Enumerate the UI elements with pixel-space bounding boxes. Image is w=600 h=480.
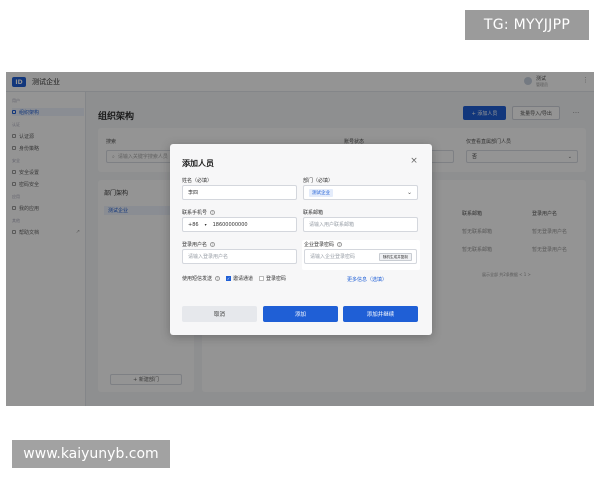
- username-label-text: 登录用户名: [182, 242, 208, 248]
- name-label: 姓名（必填）: [182, 178, 213, 184]
- help-icon[interactable]: ?: [210, 242, 216, 247]
- help-icon[interactable]: ?: [215, 276, 221, 281]
- close-icon[interactable]: ×: [409, 156, 419, 166]
- page-root: ID 测试企业 测试 管理员 ⋮ 用户 组织架构 认证 认证源 身份策略 安全: [0, 0, 600, 480]
- password-label: 企业登录密码 ?: [304, 241, 343, 248]
- checkbox-invite-label: 邀请通道: [233, 276, 254, 282]
- username-label: 登录用户名 ?: [182, 241, 216, 248]
- chevron-down-icon: ⌄: [406, 189, 412, 196]
- dept-label: 部门（必填）: [303, 178, 334, 184]
- dept-tag: 测试企业: [309, 188, 333, 197]
- password-placeholder: 请输入企业登录密码: [310, 254, 356, 260]
- url-watermark: www.kaiyunyb.com: [12, 440, 170, 468]
- username-input[interactable]: 请输入登录用户名: [182, 249, 297, 264]
- phone-input[interactable]: +86 ▾ 18600000000: [182, 217, 297, 232]
- more-info-link[interactable]: 更多信息（选填）: [347, 276, 387, 283]
- phone-label: 联系手机号 ?: [182, 209, 216, 216]
- checkbox-invite[interactable]: ✓: [226, 276, 232, 281]
- generate-password-button[interactable]: 随机生成并复制: [378, 253, 412, 261]
- username-placeholder: 请输入登录用户名: [188, 254, 229, 260]
- add-button[interactable]: 添加: [263, 306, 338, 322]
- dept-select[interactable]: 测试企业 ⌄: [303, 185, 418, 200]
- password-label-text: 企业登录密码: [304, 242, 335, 248]
- email-placeholder: 请输入用户联系邮箱: [309, 222, 355, 228]
- dropdown-arrow-icon: ▾: [204, 222, 207, 227]
- email-input[interactable]: 请输入用户联系邮箱: [303, 217, 418, 232]
- dialog-title: 添加人员: [182, 159, 214, 168]
- password-input[interactable]: 请输入企业登录密码 随机生成并复制: [304, 249, 417, 264]
- phone-value: 18600000000: [212, 221, 248, 228]
- add-and-continue-button[interactable]: 添加并继续: [343, 306, 418, 322]
- name-value: 李四: [188, 190, 199, 196]
- phone-label-text: 联系手机号: [182, 210, 208, 216]
- name-input[interactable]: 李四: [182, 185, 297, 200]
- checkbox-password-label: 登录密码: [266, 276, 287, 282]
- country-code[interactable]: +86: [188, 222, 199, 228]
- notify-row: 使用短信发送 ? ✓ 邀请通道 登录密码: [182, 275, 286, 282]
- checkbox-password[interactable]: [259, 276, 265, 281]
- tg-watermark: TG: MYYJJPP: [465, 10, 589, 40]
- email-label: 联系邮箱: [303, 210, 324, 216]
- notify-label: 使用短信发送: [182, 276, 213, 282]
- cancel-button[interactable]: 取消: [182, 306, 257, 322]
- help-icon[interactable]: ?: [337, 242, 343, 247]
- help-icon[interactable]: ?: [210, 210, 216, 215]
